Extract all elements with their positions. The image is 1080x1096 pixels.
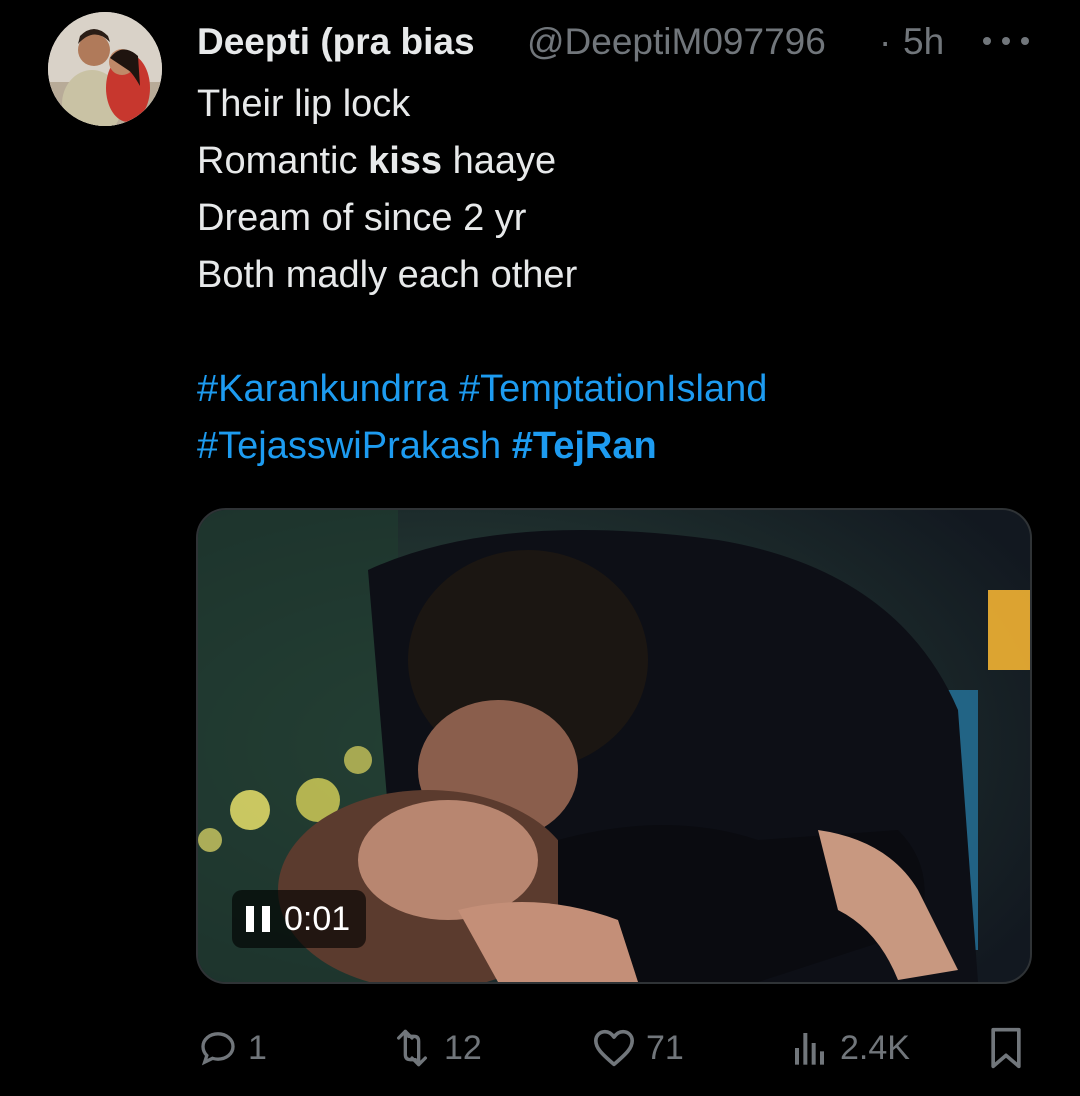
hashtag-link[interactable]: #Karankundrra <box>197 368 448 410</box>
hashtag-link[interactable]: #TejRan <box>512 425 657 467</box>
tweet-text-line: Dream of since 2 yr <box>197 197 527 239</box>
hashtag-line: #Karankundrra #TemptationIsland <box>197 367 767 411</box>
views-button[interactable]: 2.4K <box>790 1022 910 1074</box>
separator-dot: · <box>879 21 892 62</box>
video-elapsed-time: 0:01 <box>284 900 351 938</box>
display-name[interactable]: Deepti (pra bias <box>197 20 475 64</box>
tweet-text-line: Their lip lock <box>197 83 411 125</box>
tweet-timestamp[interactable]: 5h <box>903 20 944 64</box>
like-button[interactable]: 71 <box>592 1022 684 1074</box>
tweet-header: Deepti (pra bias @DeeptiM097796 · 5h <box>197 20 1077 68</box>
video-controls[interactable]: 0:01 <box>232 890 367 948</box>
reply-count: 1 <box>248 1028 267 1067</box>
more-horizontal-icon[interactable] <box>983 26 1029 56</box>
analytics-icon <box>795 1033 824 1065</box>
tweet-text-line: Both madly each other <box>197 254 578 296</box>
hashtag-link[interactable]: #TejasswiPrakash <box>197 425 501 467</box>
hashtag-line: #TejasswiPrakash #TejRan <box>197 424 657 468</box>
retweet-button[interactable]: 12 <box>390 1022 482 1074</box>
retweet-icon <box>396 1029 427 1067</box>
tweet-text-line: Romantic kiss haaye <box>197 139 556 183</box>
bookmark-icon <box>991 1027 1021 1069</box>
user-handle[interactable]: @DeeptiM097796 <box>527 20 877 64</box>
tweet-actions: 1 12 71 2.4K <box>0 1022 1080 1074</box>
avatar[interactable] <box>48 12 162 126</box>
tweet-card[interactable]: Deepti (pra bias @DeeptiM097796 · 5h The… <box>0 0 1080 1096</box>
text-segment: haaye <box>452 140 557 182</box>
hashtag-link[interactable]: #TemptationIsland <box>459 368 767 410</box>
reply-icon <box>201 1032 235 1066</box>
heart-icon <box>593 1029 634 1067</box>
retweet-count: 12 <box>444 1028 482 1067</box>
text-segment: Romantic <box>197 140 358 182</box>
reply-button[interactable]: 1 <box>198 1022 267 1074</box>
like-count: 71 <box>646 1028 684 1067</box>
highlighted-word: kiss <box>368 140 443 182</box>
bookmark-button[interactable] <box>986 1022 1026 1074</box>
views-count: 2.4K <box>840 1028 910 1067</box>
pause-icon[interactable] <box>246 906 270 932</box>
